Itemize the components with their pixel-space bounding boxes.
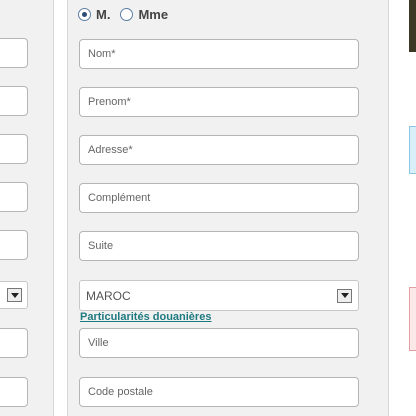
address-form-panel: M. Mme MAROC Particularités douanières (67, 0, 389, 416)
radio-mr-label[interactable]: M. (96, 7, 110, 22)
left-text-field[interactable] (0, 86, 28, 116)
chevron-down-icon[interactable] (7, 288, 22, 302)
address-suite-field[interactable] (79, 231, 359, 261)
customs-info-link[interactable]: Particularités douanières (80, 311, 211, 323)
right-alert-box (409, 287, 416, 351)
right-info-box (409, 126, 416, 174)
country-select[interactable]: MAROC (79, 280, 359, 311)
chevron-down-icon[interactable] (337, 288, 352, 303)
civility-radio-group: M. Mme (78, 6, 178, 22)
left-form-column (0, 0, 54, 416)
left-text-field[interactable] (0, 38, 28, 68)
postal-code-field[interactable] (79, 377, 359, 407)
radio-mrs[interactable] (120, 7, 134, 21)
address-complement-field[interactable] (79, 183, 359, 213)
left-text-field[interactable] (0, 230, 28, 260)
country-select-value: MAROC (86, 288, 131, 303)
left-text-field[interactable] (0, 377, 28, 407)
left-text-field[interactable] (0, 134, 28, 164)
city-field[interactable] (79, 328, 359, 358)
left-text-field[interactable] (0, 328, 28, 358)
left-text-field[interactable] (0, 182, 28, 212)
firstname-field[interactable] (79, 87, 359, 117)
address-field[interactable] (79, 135, 359, 165)
left-select[interactable] (0, 281, 28, 309)
radio-mr[interactable] (78, 7, 91, 21)
radio-mrs-label[interactable]: Mme (138, 7, 168, 22)
right-edge-image (409, 0, 416, 52)
lastname-field[interactable] (79, 39, 359, 69)
